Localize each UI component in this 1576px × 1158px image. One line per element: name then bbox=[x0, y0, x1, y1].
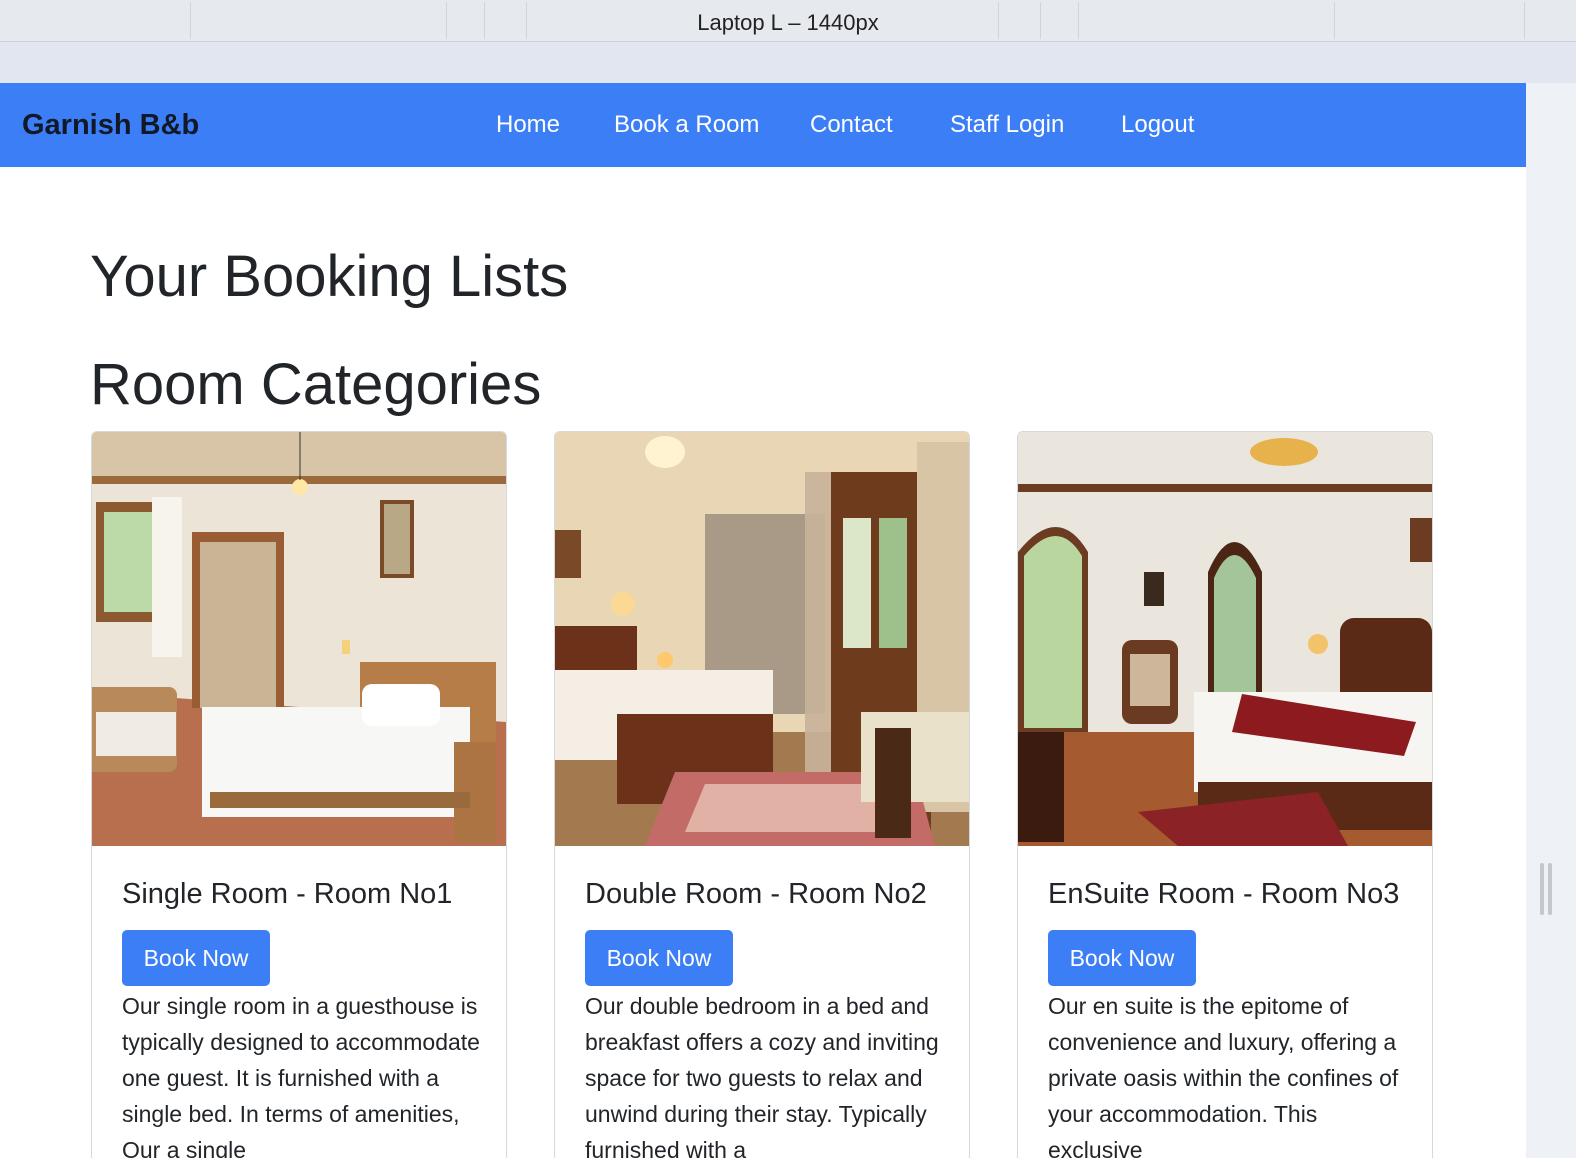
room-description: Our en suite is the epitome of convenien… bbox=[1048, 993, 1399, 1158]
nav-link-logout[interactable]: Logout bbox=[1121, 111, 1194, 139]
room-description: Our single room in a guesthouse is typic… bbox=[122, 993, 480, 1158]
page-viewport: Garnish B&b Home Book a Room Contact Sta… bbox=[0, 83, 1526, 1158]
room-photo bbox=[92, 432, 506, 846]
device-toolbar: Laptop L – 1440px bbox=[0, 0, 1576, 42]
book-now-button[interactable]: Book Now bbox=[585, 930, 733, 986]
room-title: Double Room - Room No2 bbox=[585, 878, 927, 910]
room-photo bbox=[1018, 432, 1432, 846]
nav-link-book-a-room[interactable]: Book a Room bbox=[614, 111, 759, 139]
nav-link-contact[interactable]: Contact bbox=[810, 111, 893, 139]
device-ruler bbox=[0, 42, 1576, 83]
book-now-button[interactable]: Book Now bbox=[1048, 930, 1196, 986]
room-title: Single Room - Room No1 bbox=[122, 878, 453, 910]
page-title: Your Booking Lists bbox=[90, 244, 569, 309]
resize-handle[interactable] bbox=[1548, 863, 1552, 915]
resize-handle[interactable] bbox=[1540, 863, 1544, 915]
navbar: Garnish B&b Home Book a Room Contact Sta… bbox=[0, 83, 1526, 167]
viewport-size-label[interactable]: Laptop L – 1440px bbox=[0, 10, 1576, 36]
room-card: Single Room - Room No1 Book Now Our sing… bbox=[91, 431, 507, 1158]
nav-link-home[interactable]: Home bbox=[496, 111, 560, 139]
section-title: Room Categories bbox=[90, 352, 542, 417]
room-photo bbox=[555, 432, 969, 846]
room-card: EnSuite Room - Room No3 Book Now Our en … bbox=[1017, 431, 1433, 1158]
brand-logo[interactable]: Garnish B&b bbox=[22, 109, 199, 142]
room-card: Double Room - Room No2 Book Now Our doub… bbox=[554, 431, 970, 1158]
room-description: Our double bedroom in a bed and breakfas… bbox=[585, 993, 939, 1158]
resize-panel bbox=[1526, 83, 1576, 1158]
nav-link-staff-login[interactable]: Staff Login bbox=[950, 111, 1064, 139]
room-title: EnSuite Room - Room No3 bbox=[1048, 878, 1400, 910]
book-now-button[interactable]: Book Now bbox=[122, 930, 270, 986]
